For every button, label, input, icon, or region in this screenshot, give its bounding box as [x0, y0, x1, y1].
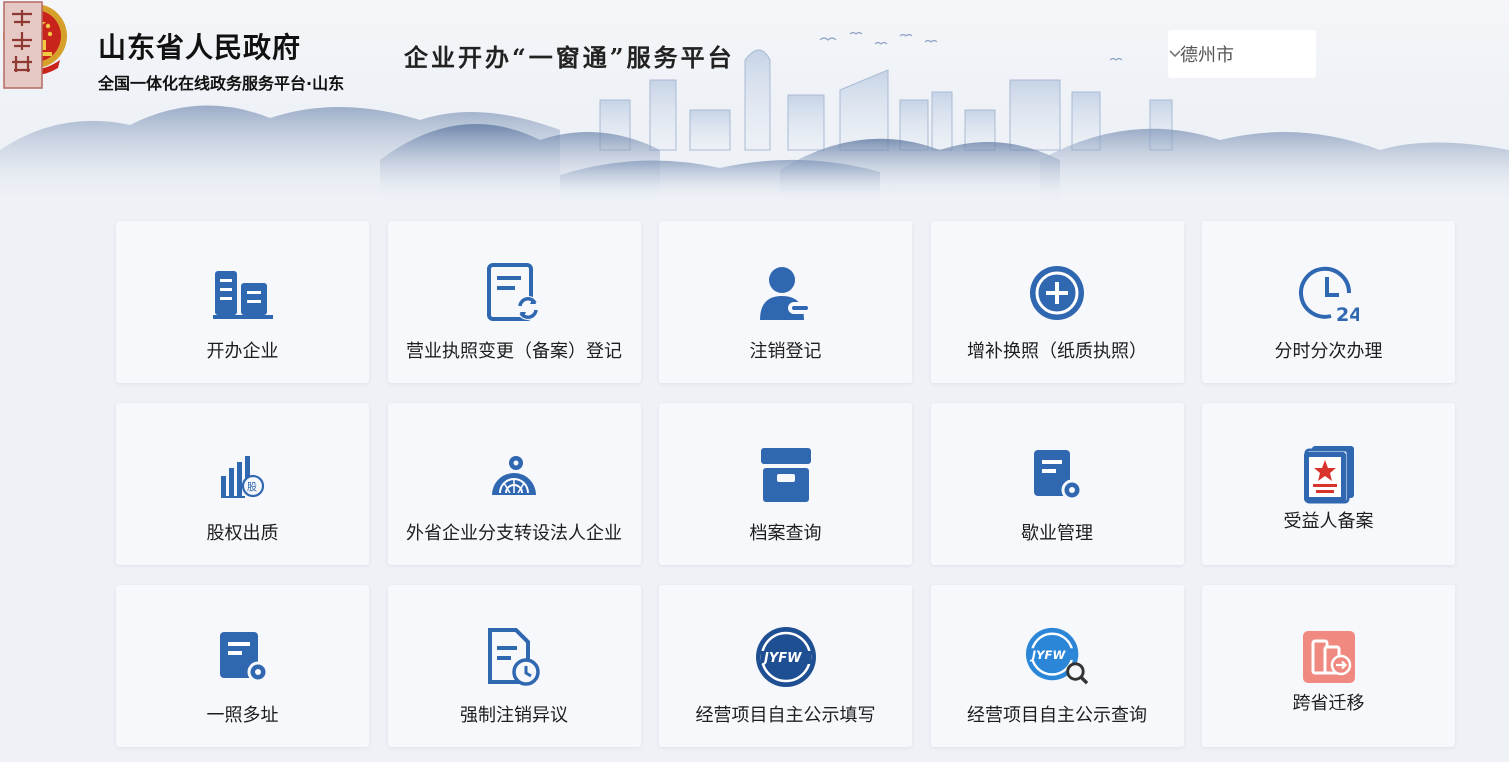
star-cards-icon [1297, 443, 1361, 507]
service-label: 外省企业分支转设法人企业 [406, 523, 622, 544]
header-banner: 山东省人民政府 全国一体化在线政务服务平台·山东 企业开办“一窗通”服务平台 德… [0, 0, 1509, 200]
jyfw-badge-icon: JYFW [754, 625, 818, 689]
service-label: 档案查询 [749, 523, 822, 544]
svg-text:JYFW: JYFW [761, 651, 802, 666]
service-label: 经营项目自主公示查询 [967, 705, 1147, 726]
service-tile-time-split[interactable]: 24 分时分次办理 [1202, 221, 1455, 383]
svg-text:JYFW: JYFW [1030, 648, 1067, 662]
platform-title: 企业开办“一窗通”服务平台 [404, 43, 735, 72]
service-grid: 开办企业 营业执照变更（备案）登记 注销登记 增补换照（纸质执照） 24 分时分… [116, 221, 1455, 747]
city-select-value: 德州市 [1180, 45, 1234, 66]
service-tile-branch-to-legal[interactable]: 外省企业分支转设法人企业 [387, 403, 641, 565]
service-label: 跨省迁移 [1292, 693, 1365, 714]
transfer-icon [1297, 625, 1361, 689]
license-refresh-icon [482, 261, 546, 325]
service-label: 一照多址 [206, 705, 279, 726]
jyfw-search-icon: JYFW [1025, 625, 1089, 689]
service-tile-business-scope-fill[interactable]: JYFW 经营项目自主公示填写 [659, 585, 912, 747]
service-label: 开办企业 [206, 341, 279, 362]
service-label: 歇业管理 [1021, 523, 1093, 544]
gear-arch-icon [482, 443, 546, 507]
svg-text:股: 股 [247, 482, 257, 494]
svg-text:24: 24 [1336, 304, 1359, 323]
gov-subtitle: 全国一体化在线政务服务平台·山东 [98, 74, 345, 93]
user-minus-icon [754, 261, 818, 325]
service-label: 经营项目自主公示填写 [695, 705, 876, 726]
service-label: 营业执照变更（备案）登记 [406, 341, 622, 362]
service-tile-deregistration[interactable]: 注销登记 [659, 221, 912, 383]
chevron-down-icon [1169, 50, 1181, 58]
service-tile-business-scope-query[interactable]: JYFW 经营项目自主公示查询 [930, 585, 1184, 747]
service-tile-open-enterprise[interactable]: 开办企业 [116, 221, 369, 383]
service-tile-cross-province-transfer[interactable]: 跨省迁移 [1202, 585, 1455, 747]
clock-24-icon: 24 [1297, 261, 1361, 325]
service-label: 分时分次办理 [1274, 341, 1383, 362]
doc-clock-icon [482, 625, 546, 689]
archive-box-icon [754, 443, 818, 507]
service-label: 注销登记 [749, 341, 822, 362]
calligraphy-seal-icon [3, 1, 43, 89]
service-tile-beneficiary-filing[interactable]: 受益人备案 [1202, 403, 1455, 565]
doc-gear-icon [1025, 443, 1089, 507]
plus-circle-icon [1025, 261, 1089, 325]
service-tile-archive-query[interactable]: 档案查询 [659, 403, 912, 565]
service-tile-license-change[interactable]: 营业执照变更（备案）登记 [387, 221, 641, 383]
service-label: 强制注销异议 [460, 705, 568, 726]
service-tile-suspension[interactable]: 歇业管理 [930, 403, 1184, 565]
service-label: 增补换照（纸质执照） [967, 341, 1147, 362]
service-tile-multi-address[interactable]: 一照多址 [116, 585, 369, 747]
stock-chart-icon: 股 [211, 443, 275, 507]
service-tile-equity-pledge[interactable]: 股 股权出质 [116, 403, 369, 565]
buildings-icon [211, 261, 275, 325]
service-label: 股权出质 [206, 523, 279, 544]
doc-gear-small-icon [211, 625, 275, 689]
city-select[interactable]: 德州市 [1168, 30, 1316, 78]
gov-title: 山东省人民政府 [98, 31, 302, 64]
service-tile-forced-deregistration-objection[interactable]: 强制注销异议 [387, 585, 641, 747]
service-tile-license-replace[interactable]: 增补换照（纸质执照） [930, 221, 1184, 383]
service-label: 受益人备案 [1283, 511, 1374, 532]
